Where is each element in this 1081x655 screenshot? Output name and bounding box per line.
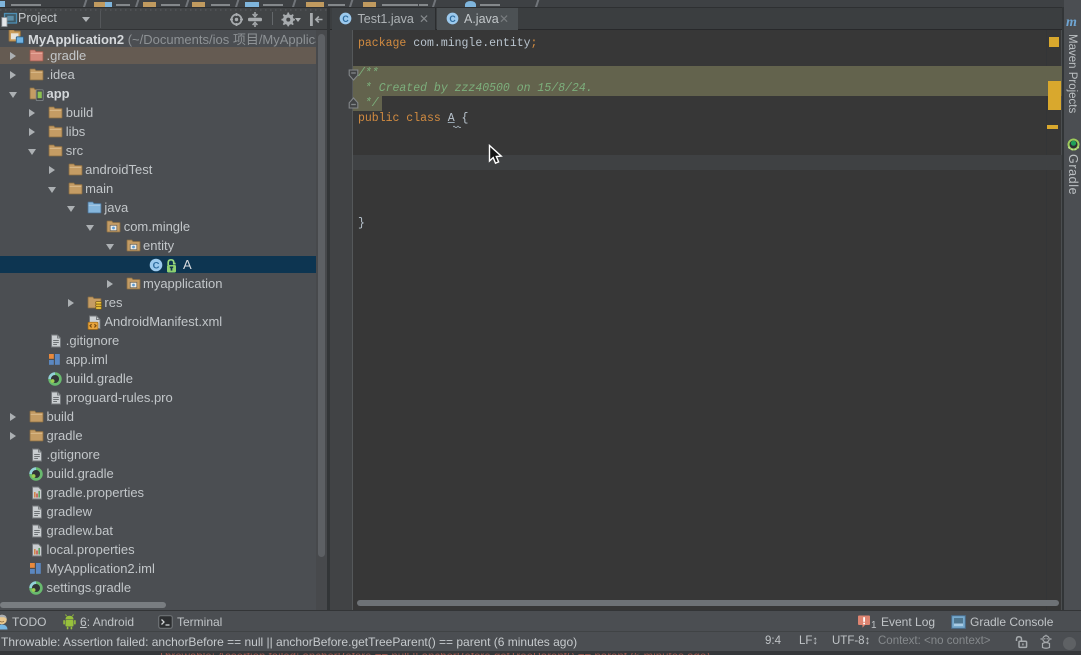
svg-text:C: C (449, 14, 456, 24)
svg-text:C: C (153, 261, 160, 272)
svg-text:C: C (342, 14, 349, 24)
